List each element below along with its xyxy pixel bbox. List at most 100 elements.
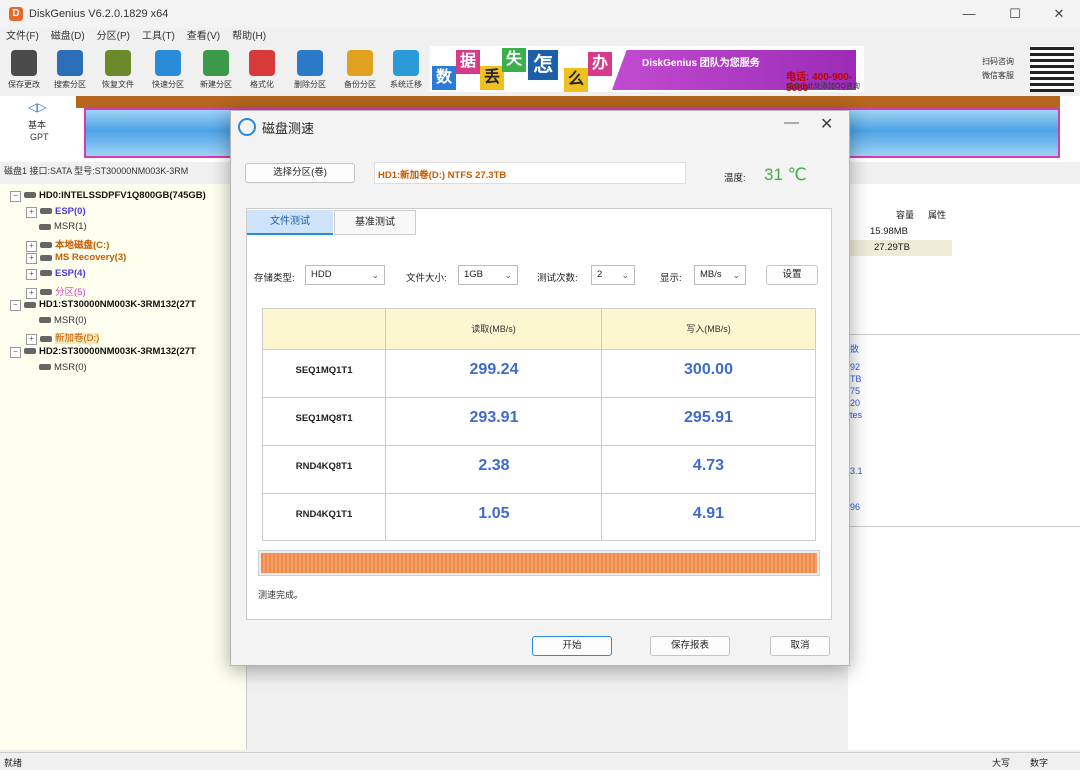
chevron-down-icon: ⌄ — [504, 270, 512, 280]
test-count-select[interactable]: 2 ⌄ — [591, 265, 635, 285]
tree-node-label: HD1:ST30000NM003K-3RM132(27T — [39, 299, 196, 311]
toolbar-button-label: 删除分区 — [294, 80, 326, 89]
toolbar-button-search[interactable]: 搜索分区 — [48, 48, 92, 94]
menu-help[interactable]: 帮助(H) — [226, 28, 272, 46]
disk-icon — [24, 192, 36, 199]
toolbar-button-quick-partition[interactable]: 快速分区 — [146, 48, 190, 94]
start-button[interactable]: 开始 — [532, 636, 612, 656]
tree-partition-node[interactable]: + ESP(0) — [26, 206, 86, 218]
read-value: 293.91 — [469, 409, 519, 426]
banner-char: 怎 — [528, 50, 558, 80]
tree-partition-node[interactable]: MSR(0) — [26, 362, 87, 373]
disk-tree: − HD0:INTELSSDPFV1Q800GB(745GB) + ESP(0) MSR… — [0, 184, 247, 750]
toolbar-button-new-partition[interactable]: 新建分区 — [194, 48, 238, 94]
tree-disk-node[interactable]: − HD2:ST30000NM003K-3RM132(27T — [10, 346, 196, 358]
tree-disk-node[interactable]: − HD1:ST30000NM003K-3RM132(27T — [10, 299, 196, 312]
expand-icon[interactable]: + — [26, 269, 37, 280]
toolbar-button-label: 系统迁移 — [390, 80, 422, 89]
tree-partition-node[interactable]: MSR(0) — [26, 315, 87, 326]
tree-partition-node[interactable]: + 本地磁盘(C:) — [26, 237, 109, 252]
toolbar-button-migrate[interactable]: 系统迁移 — [384, 48, 428, 94]
write-value: 300.00 — [684, 361, 733, 378]
collapse-icon[interactable]: − — [10, 300, 21, 312]
test-count-label: 测试次数: — [537, 273, 578, 284]
banner-qq-link[interactable]: 或点击此处添加QQ咨询 — [786, 81, 860, 91]
tree-partition-node[interactable]: + 新加卷(D:) — [26, 330, 100, 346]
file-size-select[interactable]: 1GB ⌄ — [458, 265, 518, 285]
menu-partition[interactable]: 分区(P) — [91, 28, 136, 46]
toolbar-button-recover[interactable]: 恢复文件 — [96, 48, 140, 94]
tab-benchmark-test[interactable]: 基准测试 — [334, 210, 416, 235]
detail-fragment: 75 — [850, 386, 861, 396]
row-label: RND4KQ8T1 — [295, 461, 353, 472]
divider — [848, 526, 1080, 527]
dialog-close-button[interactable]: ✕ — [820, 114, 833, 134]
toolbar-button-format[interactable]: 格式化 — [240, 48, 284, 94]
save-icon — [11, 50, 37, 76]
write-value: 295.91 — [684, 409, 733, 426]
toolbar-button-backup[interactable]: 备份分区 — [338, 48, 382, 94]
maximize-button[interactable]: ☐ — [992, 0, 1038, 28]
storage-type-label: 存储类型: — [254, 273, 295, 284]
divider — [848, 334, 1080, 335]
expand-icon[interactable]: + — [26, 253, 37, 265]
read-value: 2.38 — [478, 457, 510, 474]
display-unit-select[interactable]: MB/s ⌄ — [694, 265, 746, 285]
disk-partition-strip[interactable] — [76, 96, 1060, 108]
quick-partition-icon — [155, 50, 181, 76]
results-table: 读取(MB/s) 写入(MB/s) SEQ1MQ1T1 299.24 300.0… — [262, 308, 816, 541]
select-partition-button[interactable]: 选择分区(卷) — [245, 163, 355, 183]
tree-node-label: 新加卷(D:) — [55, 333, 100, 345]
tree-partition-node[interactable]: MSR(1) — [26, 221, 87, 232]
menu-view[interactable]: 查看(V) — [181, 28, 226, 46]
collapse-icon[interactable]: − — [10, 191, 21, 202]
tree-node-label: MSR(0) — [54, 361, 87, 373]
tree-node-label: 分区(5) — [55, 286, 86, 298]
expand-icon[interactable]: + — [26, 334, 37, 346]
file-size-value: 1GB — [464, 269, 484, 280]
partition-icon — [39, 317, 51, 324]
nav-left-icon[interactable]: ◁ — [28, 100, 37, 114]
storage-type-select[interactable]: HDD ⌄ — [305, 265, 385, 285]
collapse-icon[interactable]: − — [10, 347, 21, 358]
settings-button[interactable]: 设置 — [766, 265, 818, 285]
menu-disk[interactable]: 磁盘(D) — [45, 28, 91, 46]
tab-file-test[interactable]: 文件测试 — [247, 210, 333, 235]
menu-file[interactable]: 文件(F) — [0, 28, 45, 46]
partition-icon — [40, 254, 52, 261]
dialog-minimize-button[interactable]: — — [784, 114, 799, 131]
col-header-size: 容量 — [896, 210, 915, 220]
toolbar-button-label: 恢复文件 — [102, 80, 134, 89]
write-value: 4.91 — [692, 505, 725, 522]
toolbar-button-delete[interactable]: 删除分区 — [288, 48, 332, 94]
speedometer-icon — [238, 118, 256, 136]
tree-disk-node[interactable]: − HD0:INTELSSDPFV1Q800GB(745GB) — [10, 190, 206, 202]
nav-right-icon[interactable]: ▷ — [37, 100, 46, 114]
menu-tools[interactable]: 工具(T) — [136, 28, 181, 46]
migrate-icon — [393, 50, 419, 76]
banner-char: 么 — [564, 68, 588, 92]
size-cell[interactable]: 27.29TB — [874, 242, 910, 253]
tree-partition-node[interactable]: + 分区(5) — [26, 284, 86, 299]
disk-nav-arrows[interactable]: ◁▷ — [28, 100, 46, 114]
ad-banner[interactable]: 数 据 丢 失 怎 么 办 DiskGenius 团队为您服务 电话: 400-… — [430, 46, 864, 92]
size-cell[interactable]: 15.98MB — [870, 226, 908, 237]
window-title: DiskGenius V6.2.0.1829 x64 — [29, 8, 169, 20]
minimize-button[interactable]: — — [946, 0, 992, 28]
expand-icon[interactable]: + — [26, 240, 37, 252]
close-window-button[interactable]: ✕ — [1036, 0, 1080, 28]
disk-info-line: 磁盘1 接口:SATA 型号:ST30000NM003K-3RM — [4, 166, 189, 176]
banner-char: 据 — [456, 50, 480, 74]
status-text: 就绪 — [4, 758, 23, 768]
tree-node-label: 本地磁盘(C:) — [55, 239, 110, 251]
cancel-button[interactable]: 取消 — [770, 636, 830, 656]
toolbar-button-save[interactable]: 保存更改 — [2, 48, 46, 94]
tree-partition-node[interactable]: + ESP(4) — [26, 268, 86, 280]
banner-char: 数 — [432, 66, 456, 90]
row-divider — [263, 445, 815, 446]
expand-icon[interactable]: + — [26, 206, 37, 218]
expand-icon[interactable]: + — [26, 287, 37, 299]
save-report-button[interactable]: 保存报表 — [650, 636, 730, 656]
tree-partition-node[interactable]: + MS Recovery(3) — [26, 252, 126, 265]
progress-bar — [258, 550, 820, 576]
